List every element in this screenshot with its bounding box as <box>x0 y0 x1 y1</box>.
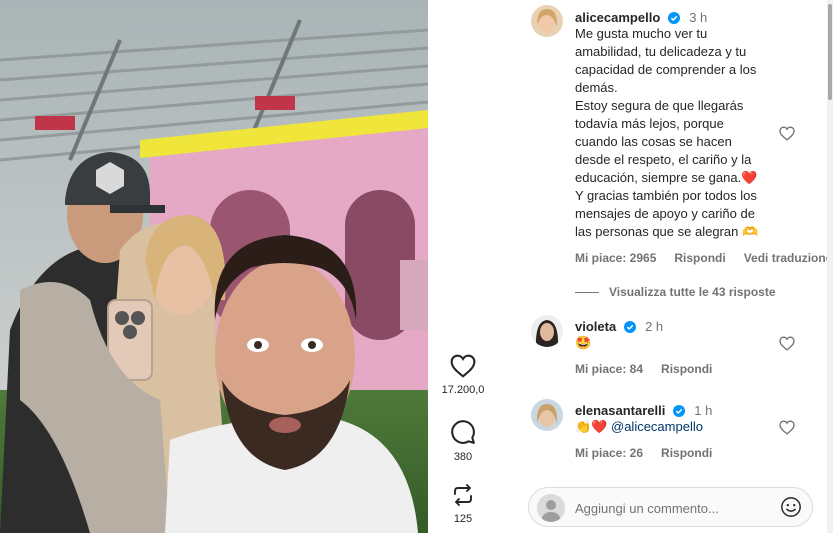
comment-username[interactable]: elenasantarelli <box>575 403 665 418</box>
user-avatar <box>537 494 565 522</box>
comment-text: Me gusta mucho ver tu amabilidad, tu del… <box>575 25 785 241</box>
avatar[interactable] <box>531 5 563 37</box>
smiley-icon[interactable] <box>780 496 802 518</box>
post-photo <box>0 0 428 533</box>
verified-badge-icon <box>672 405 685 417</box>
avatar-image <box>531 399 563 431</box>
comment-line: demás. <box>575 80 618 95</box>
avatar-image <box>531 315 563 347</box>
comment-likes[interactable]: Mi piace: 2965 <box>575 251 656 265</box>
comment-likes[interactable]: Mi piace: 84 <box>575 362 643 376</box>
comment-line: las personas que se alegran 🫶 <box>575 224 759 239</box>
reply-button[interactable]: Rispondi <box>674 251 725 265</box>
comment-meta: Mi piace: 2965 Rispondi Vedi traduzione <box>575 251 832 265</box>
comment-line: cuando las cosas se hacen <box>575 134 732 149</box>
view-replies-button[interactable]: Visualizza tutte le 43 risposte <box>575 285 776 299</box>
comment-count: 380 <box>453 451 473 463</box>
action-rail: 17.200,0 380 125 <box>428 0 498 533</box>
comment-line: amabilidad, tu delicadeza y tu <box>575 44 747 59</box>
comment-button[interactable]: 380 <box>428 419 498 463</box>
comment-composer[interactable] <box>528 487 813 527</box>
comment-meta: Mi piace: 26 Rispondi <box>575 446 730 460</box>
reply-button[interactable]: Rispondi <box>661 362 712 376</box>
heart-icon <box>450 354 476 378</box>
comment-username[interactable]: alicecampello <box>575 10 660 25</box>
comment-text: 👏❤️ @alicecampello <box>575 418 703 436</box>
comment-meta: Mi piace: 84 Rispondi <box>575 362 730 376</box>
reply-button[interactable]: Rispondi <box>661 446 712 460</box>
view-replies-label: Visualizza tutte le 43 risposte <box>609 285 776 299</box>
comment-line: Estoy segura de que llegarás <box>575 98 744 113</box>
comment-time: 3 h <box>689 10 708 25</box>
comment-line: educación, siempre se gana.❤️ <box>575 170 758 185</box>
mention-link[interactable]: @alicecampello <box>611 419 703 434</box>
comment-line: desde el respeto, el cariño y la <box>575 152 752 167</box>
avatar-image <box>531 5 563 37</box>
comment-like-heart-icon[interactable] <box>779 336 795 351</box>
comment-likes[interactable]: Mi piace: 26 <box>575 446 643 460</box>
comment-line: Y gracias también por todos los <box>575 188 757 203</box>
verified-badge-icon <box>623 321 636 333</box>
comment-line: mensajes de apoyo y cariño de <box>575 206 755 221</box>
comment-input[interactable] <box>575 497 765 519</box>
replies-divider <box>575 292 599 294</box>
comment-time: 2 h <box>645 319 664 334</box>
scrollbar-thumb[interactable] <box>828 4 832 100</box>
like-button[interactable]: 17.200,0 <box>428 354 498 396</box>
avatar[interactable] <box>531 315 563 347</box>
comment-text: 🤩 <box>575 335 592 350</box>
repost-count: 125 <box>453 513 473 525</box>
avatar[interactable] <box>531 399 563 431</box>
comments-panel[interactable]: alicecampello 3 h Me gusta mucho ver tu … <box>498 0 833 533</box>
repost-button[interactable]: 125 <box>428 483 498 525</box>
like-count: 17.200,0 <box>441 384 485 396</box>
scrollbar[interactable] <box>827 0 833 533</box>
repost-icon <box>454 484 472 506</box>
user-silhouette-icon <box>537 494 565 522</box>
comment-line: capacidad de comprender a los <box>575 62 757 77</box>
comment-emoji: 👏❤️ <box>575 419 608 434</box>
comment-like-heart-icon[interactable] <box>779 126 795 141</box>
verified-badge-icon <box>667 12 680 24</box>
comment-line: Me gusta mucho ver tu <box>575 26 708 41</box>
speech-bubble-icon <box>451 420 475 444</box>
comment-like-heart-icon[interactable] <box>779 420 795 435</box>
comment-line: todavía más lejos, porque <box>575 116 724 131</box>
translate-button[interactable]: Vedi traduzione <box>744 251 833 265</box>
comment-username[interactable]: violeta <box>575 319 616 334</box>
comment-time: 1 h <box>694 403 713 418</box>
post-media[interactable] <box>0 0 428 533</box>
